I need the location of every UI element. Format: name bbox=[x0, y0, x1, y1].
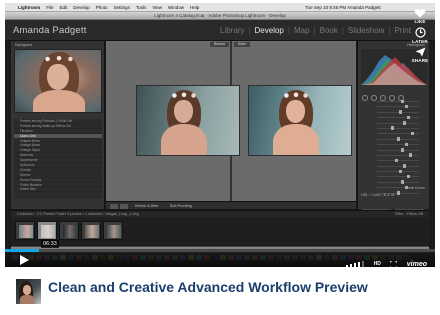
develop-slider[interactable] bbox=[361, 147, 427, 153]
lightroom-module-bar: Amanda Padgett Library | Develop | Map | Book |… bbox=[5, 20, 435, 41]
compare-view-icon[interactable] bbox=[120, 203, 128, 209]
develop-slider[interactable] bbox=[361, 137, 427, 142]
compare-view: Before After bbox=[106, 41, 356, 209]
before-label: Before bbox=[210, 42, 230, 47]
previous-reset-buttons: PreviousReset bbox=[361, 200, 427, 215]
share-strip: LIKE LATER SHARE bbox=[409, 8, 431, 66]
develop-slider[interactable] bbox=[361, 99, 427, 104]
player-controls: 06:33 HD vimeo bbox=[5, 240, 435, 267]
module-library[interactable]: Library bbox=[220, 26, 244, 35]
develop-slider[interactable] bbox=[361, 104, 427, 109]
before-photo[interactable] bbox=[136, 85, 240, 156]
hsl-header[interactable]: HSL / Color / B & W bbox=[361, 193, 427, 197]
module-separator: | bbox=[248, 26, 251, 35]
preset-item[interactable]: Sweet Mint bbox=[14, 187, 102, 193]
filmstrip bbox=[11, 217, 429, 245]
timecode: 06:33 bbox=[41, 240, 59, 248]
navigator-header: Navigator bbox=[15, 42, 33, 47]
heart-icon bbox=[414, 9, 426, 18]
menubar-clock: Tue Sep 10 8:46 PM Amanda Padgett bbox=[305, 5, 381, 10]
watch-later-button[interactable]: LATER bbox=[409, 27, 431, 44]
copy-paste-buttons: Copy...Paste bbox=[14, 201, 102, 216]
develop-slider[interactable] bbox=[361, 110, 427, 115]
like-button[interactable]: LIKE bbox=[409, 8, 431, 24]
loupe-view-icon[interactable] bbox=[110, 203, 118, 209]
module-develop[interactable]: Develop bbox=[255, 26, 284, 35]
window-title: Lightroom 4 Catalog.lrcat - Adobe Photos… bbox=[154, 13, 286, 18]
basic-sliders bbox=[361, 99, 427, 197]
left-panel: Navigator Presets among Portraits 1.0 Ki… bbox=[11, 41, 105, 216]
module-separator: | bbox=[287, 26, 290, 35]
paper-plane-icon bbox=[415, 47, 425, 57]
menu-window[interactable]: Window bbox=[168, 5, 184, 10]
filmstrip-thumb[interactable] bbox=[15, 221, 35, 240]
volume-icon[interactable] bbox=[346, 255, 365, 267]
menu-edit[interactable]: Edit bbox=[60, 5, 68, 10]
module-picker: Library | Develop | Map | Book | Slideshow | Print bbox=[218, 26, 413, 35]
before-after-menu[interactable]: Before & After bbox=[135, 204, 159, 208]
develop-slider[interactable] bbox=[361, 180, 427, 185]
mac-menubar: Lightroom File Edit Develop Photo Settings Too… bbox=[5, 3, 435, 12]
menu-view[interactable]: View bbox=[152, 5, 162, 10]
menu-photo[interactable]: Photo bbox=[96, 5, 108, 10]
menu-develop[interactable]: Develop bbox=[73, 5, 90, 10]
module-map[interactable]: Map bbox=[294, 26, 310, 35]
vimeo-logo[interactable]: vimeo bbox=[407, 261, 427, 268]
develop-slider[interactable] bbox=[361, 131, 427, 136]
menu-file[interactable]: File bbox=[46, 5, 53, 10]
right-panel: Histogram Tone Curve HSL / Color / B & W… bbox=[357, 41, 429, 215]
progress-fill bbox=[5, 249, 40, 252]
menubar-menus: Lightroom File Edit Develop Photo Settings Too… bbox=[18, 5, 205, 10]
filmstrip-thumb[interactable] bbox=[59, 221, 79, 240]
progress-bar[interactable] bbox=[5, 249, 435, 252]
clock-icon bbox=[414, 27, 426, 38]
module-slideshow[interactable]: Slideshow bbox=[348, 26, 384, 35]
player-right-controls: HD vimeo bbox=[341, 255, 427, 267]
menu-help[interactable]: Help bbox=[190, 5, 199, 10]
filmstrip-info: Collection : CC Preset Folder 5 photos /… bbox=[17, 212, 139, 216]
module-separator: | bbox=[341, 26, 344, 35]
video-title[interactable]: Clean and Creative Advanced Workflow Pre… bbox=[48, 279, 428, 295]
develop-slider[interactable] bbox=[361, 164, 427, 169]
filmstrip-thumb[interactable] bbox=[103, 221, 123, 240]
soft-proofing-checkbox[interactable]: Soft Proofing bbox=[170, 204, 192, 208]
module-book[interactable]: Book bbox=[320, 26, 338, 35]
module-separator: | bbox=[388, 26, 391, 35]
filmstrip-thumb-selected[interactable] bbox=[37, 221, 57, 240]
module-separator: | bbox=[313, 26, 316, 35]
develop-tool-strip bbox=[362, 88, 426, 101]
video-player[interactable]: Lightroom File Edit Develop Photo Settings Too… bbox=[5, 3, 435, 267]
tone-curve-header[interactable]: Tone Curve bbox=[406, 186, 425, 190]
develop-slider[interactable] bbox=[361, 158, 427, 163]
after-photo[interactable] bbox=[248, 85, 352, 156]
author-avatar[interactable] bbox=[16, 279, 41, 304]
develop-slider[interactable] bbox=[361, 142, 427, 147]
develop-slider[interactable] bbox=[361, 174, 427, 179]
develop-slider[interactable] bbox=[361, 126, 427, 131]
presets-list: Presets among Portraits 1.0 Kids Set Pres… bbox=[14, 119, 102, 199]
develop-slider[interactable] bbox=[361, 153, 427, 158]
navigator-preview[interactable] bbox=[14, 49, 102, 113]
develop-slider[interactable] bbox=[361, 115, 427, 120]
share-button[interactable]: SHARE bbox=[409, 47, 431, 63]
develop-slider[interactable] bbox=[361, 169, 427, 174]
video-embed: Lightroom File Edit Develop Photo Settings Too… bbox=[0, 0, 440, 315]
play-icon[interactable] bbox=[19, 255, 29, 265]
filmstrip-thumb[interactable] bbox=[81, 221, 101, 240]
hd-toggle[interactable]: HD bbox=[374, 261, 381, 267]
menu-tools[interactable]: Tools bbox=[136, 5, 147, 10]
filmstrip-bar: Collection : CC Preset Folder 5 photos /… bbox=[11, 210, 429, 217]
center-toolbar: Before & After Soft Proofing bbox=[106, 201, 356, 209]
develop-slider[interactable] bbox=[361, 121, 427, 126]
menu-settings[interactable]: Settings bbox=[114, 5, 130, 10]
window-titlebar: Lightroom 4 Catalog.lrcat - Adobe Photos… bbox=[5, 12, 435, 27]
after-label: After bbox=[234, 42, 251, 47]
menu-lightroom[interactable]: Lightroom bbox=[18, 5, 40, 10]
fullscreen-icon[interactable] bbox=[389, 255, 398, 267]
identity-plate: Amanda Padgett bbox=[13, 25, 87, 36]
